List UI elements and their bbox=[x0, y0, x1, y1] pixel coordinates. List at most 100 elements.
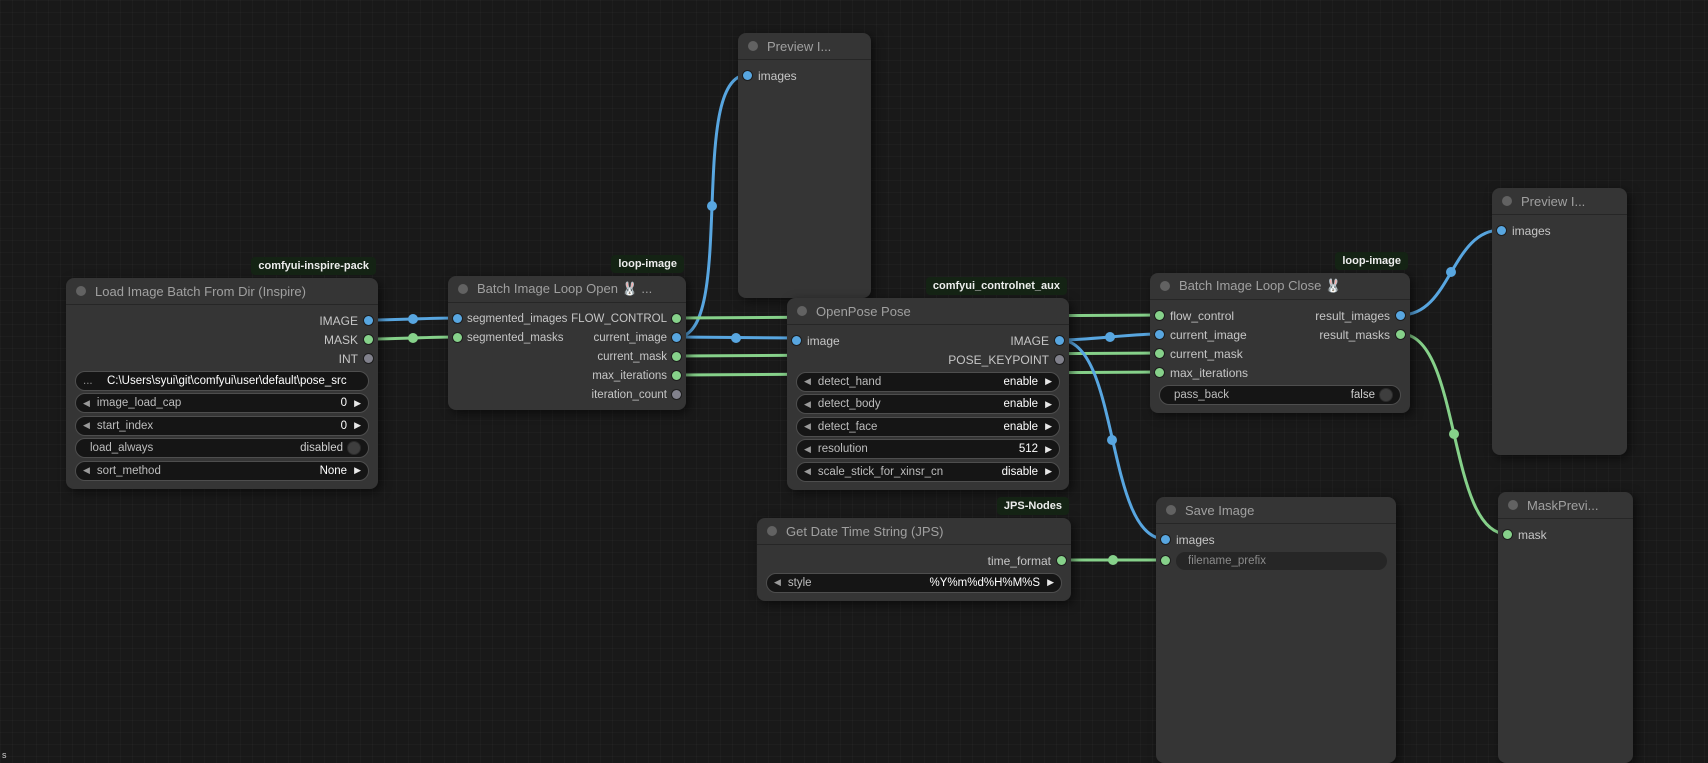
output-port-result-images[interactable]: result_images bbox=[1315, 309, 1410, 323]
input-port-current-image[interactable]: current_image bbox=[1150, 328, 1247, 342]
node-batch-image-loop-close[interactable]: loop-image Batch Image Loop Close 🐰 flow… bbox=[1150, 273, 1410, 413]
input-port-max-iterations[interactable]: max_iterations bbox=[1150, 366, 1248, 380]
prev-option-arrow-icon[interactable]: ◀ bbox=[804, 466, 811, 477]
prev-option-arrow-icon[interactable]: ◀ bbox=[774, 577, 781, 588]
node-title-bar[interactable]: OpenPose Pose bbox=[787, 298, 1069, 325]
toggle-knob-icon[interactable] bbox=[1379, 388, 1393, 402]
collapse-dot-icon[interactable] bbox=[1166, 505, 1176, 515]
node-title-bar[interactable]: Save Image bbox=[1156, 497, 1396, 524]
input-port-segmented-masks[interactable]: segmented_masks bbox=[448, 332, 564, 344]
pass-back-toggle[interactable]: pass_back false bbox=[1159, 385, 1401, 405]
prev-option-arrow-icon[interactable]: ◀ bbox=[804, 421, 811, 432]
collapse-dot-icon[interactable] bbox=[748, 41, 758, 51]
node-preview-image-right[interactable]: Preview I... images bbox=[1492, 188, 1627, 455]
node-graph-canvas[interactable]: comfyui-inspire-pack Load Image Batch Fr… bbox=[0, 0, 1708, 763]
link-midpoint-dot[interactable] bbox=[1446, 267, 1456, 277]
input-port-mask[interactable]: mask bbox=[1498, 528, 1547, 542]
style-widget[interactable]: ◀ style %Y%m%d%H%M%S ▶ bbox=[766, 573, 1062, 593]
node-openpose-pose[interactable]: comfyui_controlnet_aux OpenPose Pose ima… bbox=[787, 298, 1069, 490]
output-port-flow-control[interactable]: FLOW_CONTROL bbox=[571, 313, 686, 325]
collapse-dot-icon[interactable] bbox=[76, 286, 86, 296]
input-port-segmented-images[interactable]: segmented_images bbox=[448, 313, 567, 325]
increment-arrow-icon[interactable]: ▶ bbox=[354, 420, 361, 431]
decrement-arrow-icon[interactable]: ◀ bbox=[83, 398, 90, 409]
sort-method-widget[interactable]: ◀ sort_method None ▶ bbox=[75, 461, 369, 481]
node-preview-image-top[interactable]: Preview I... images bbox=[738, 33, 871, 298]
time-format-output-dot-icon[interactable] bbox=[1057, 556, 1066, 565]
images-input-dot-icon[interactable] bbox=[743, 71, 752, 80]
node-load-image-batch[interactable]: comfyui-inspire-pack Load Image Batch Fr… bbox=[66, 278, 378, 489]
output-port-image[interactable]: IMAGE bbox=[1010, 334, 1069, 348]
link-midpoint-dot[interactable] bbox=[408, 314, 418, 324]
filename-prefix-input-dot-icon[interactable] bbox=[1161, 556, 1170, 565]
detect-face-widget[interactable]: ◀ detect_face enable ▶ bbox=[796, 417, 1060, 437]
input-port-images[interactable]: images bbox=[1156, 533, 1215, 547]
collapse-dot-icon[interactable] bbox=[797, 306, 807, 316]
input-port-current-mask[interactable]: current_mask bbox=[1150, 347, 1243, 361]
node-batch-image-loop-open[interactable]: loop-image Batch Image Loop Open 🐰 ... s… bbox=[448, 276, 686, 410]
increment-arrow-icon[interactable]: ▶ bbox=[354, 465, 361, 476]
output-port-mask[interactable]: MASK bbox=[324, 333, 378, 347]
directory-path-widget[interactable]: ... C:\Users\syui\git\comfyui\user\defau… bbox=[75, 371, 369, 391]
mask-input-dot-icon[interactable] bbox=[1503, 530, 1512, 539]
node-get-date-time-string[interactable]: JPS-Nodes Get Date Time String (JPS) tim… bbox=[757, 518, 1071, 601]
next-option-arrow-icon[interactable]: ▶ bbox=[1045, 421, 1052, 432]
output-port-max-iterations[interactable]: max_iterations bbox=[592, 370, 686, 382]
node-save-image[interactable]: Save Image images filename_prefix bbox=[1156, 497, 1396, 763]
resolution-widget[interactable]: ◀ resolution 512 ▶ bbox=[796, 439, 1060, 459]
current-mask-input-dot-icon[interactable] bbox=[1155, 349, 1164, 358]
link-midpoint-dot[interactable] bbox=[731, 333, 741, 343]
prev-option-arrow-icon[interactable]: ◀ bbox=[804, 376, 811, 387]
output-port-result-masks[interactable]: result_masks bbox=[1319, 328, 1410, 342]
node-title-bar[interactable]: MaskPrevi... bbox=[1498, 492, 1633, 519]
link-midpoint-dot[interactable] bbox=[1108, 555, 1118, 565]
image-output-dot-icon[interactable] bbox=[1055, 336, 1064, 345]
node-mask-preview[interactable]: MaskPrevi... mask bbox=[1498, 492, 1633, 763]
start-index-widget[interactable]: ◀ start_index 0 ▶ bbox=[75, 416, 369, 436]
next-option-arrow-icon[interactable]: ▶ bbox=[1045, 399, 1052, 410]
output-port-image[interactable]: IMAGE bbox=[319, 314, 378, 328]
prev-option-arrow-icon[interactable]: ◀ bbox=[804, 399, 811, 410]
next-option-arrow-icon[interactable]: ▶ bbox=[1045, 376, 1052, 387]
increment-arrow-icon[interactable]: ▶ bbox=[354, 398, 361, 409]
output-port-time-format[interactable]: time_format bbox=[988, 554, 1071, 568]
iteration-count-output-dot-icon[interactable] bbox=[672, 390, 681, 399]
node-title-bar[interactable]: Preview I... bbox=[738, 33, 871, 60]
result-images-output-dot-icon[interactable] bbox=[1396, 311, 1405, 320]
input-port-images[interactable]: images bbox=[738, 69, 797, 83]
output-port-int[interactable]: INT bbox=[339, 352, 378, 366]
collapse-dot-icon[interactable] bbox=[458, 284, 468, 294]
collapse-dot-icon[interactable] bbox=[1508, 500, 1518, 510]
mask-output-dot-icon[interactable] bbox=[364, 335, 373, 344]
toggle-knob-icon[interactable] bbox=[347, 441, 361, 455]
current-mask-output-dot-icon[interactable] bbox=[672, 352, 681, 361]
increment-arrow-icon[interactable]: ▶ bbox=[1045, 444, 1052, 455]
image-input-dot-icon[interactable] bbox=[792, 336, 801, 345]
collapse-dot-icon[interactable] bbox=[1502, 196, 1512, 206]
collapse-dot-icon[interactable] bbox=[1160, 281, 1170, 291]
link-midpoint-dot[interactable] bbox=[408, 333, 418, 343]
input-port-flow-control[interactable]: flow_control bbox=[1150, 309, 1234, 323]
image-load-cap-widget[interactable]: ◀ image_load_cap 0 ▶ bbox=[75, 393, 369, 413]
node-title-bar[interactable]: Load Image Batch From Dir (Inspire) bbox=[66, 278, 378, 305]
link-midpoint-dot[interactable] bbox=[1449, 429, 1459, 439]
output-port-current-mask[interactable]: current_mask bbox=[597, 351, 686, 363]
output-port-current-image[interactable]: current_image bbox=[593, 332, 686, 344]
flow-control-output-dot-icon[interactable] bbox=[672, 314, 681, 323]
int-output-dot-icon[interactable] bbox=[364, 354, 373, 363]
flow-control-input-dot-icon[interactable] bbox=[1155, 311, 1164, 320]
node-title-bar[interactable]: Batch Image Loop Open 🐰 ... bbox=[448, 276, 686, 303]
input-port-image[interactable]: image bbox=[787, 334, 840, 348]
segmented-images-input-dot-icon[interactable] bbox=[453, 314, 462, 323]
link-midpoint-dot[interactable] bbox=[707, 201, 717, 211]
output-port-iteration-count[interactable]: iteration_count bbox=[592, 389, 686, 401]
output-port-pose-keypoint[interactable]: POSE_KEYPOINT bbox=[948, 353, 1069, 367]
scale-stick-for-xinsr-cn-widget[interactable]: ◀ scale_stick_for_xinsr_cn disable ▶ bbox=[796, 462, 1060, 482]
decrement-arrow-icon[interactable]: ◀ bbox=[804, 444, 811, 455]
next-option-arrow-icon[interactable]: ▶ bbox=[1045, 466, 1052, 477]
filename-prefix-text-widget[interactable]: filename_prefix bbox=[1176, 552, 1387, 570]
images-input-dot-icon[interactable] bbox=[1497, 226, 1506, 235]
current-image-input-dot-icon[interactable] bbox=[1155, 330, 1164, 339]
node-title-bar[interactable]: Preview I... bbox=[1492, 188, 1627, 215]
result-masks-output-dot-icon[interactable] bbox=[1396, 330, 1405, 339]
